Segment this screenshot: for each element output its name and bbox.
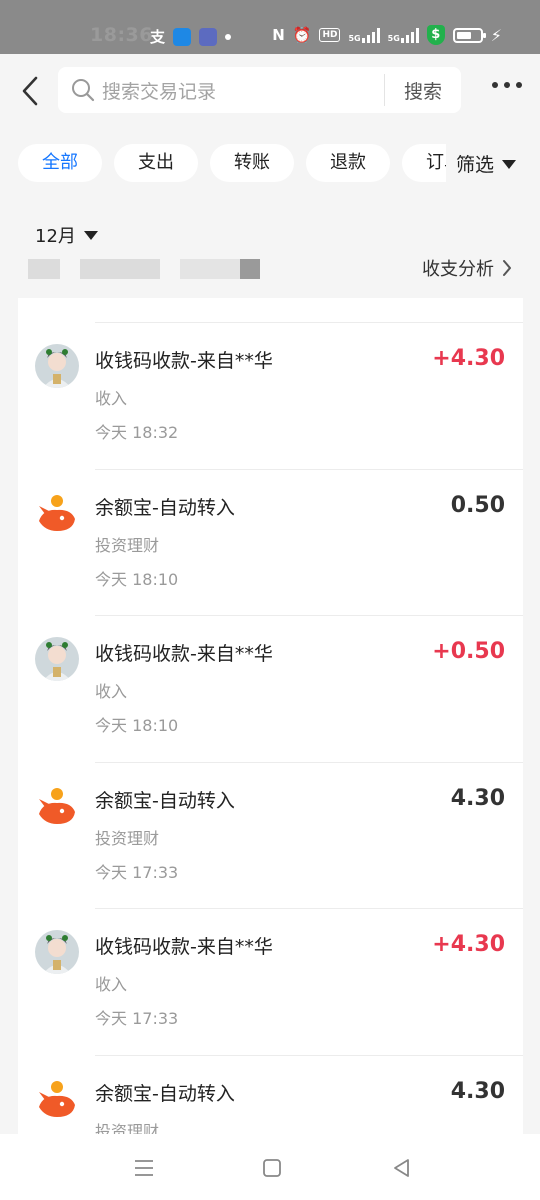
yuebao-icon <box>35 1077 79 1121</box>
nfc-icon: N <box>272 26 285 44</box>
alipay-small-icon: 支 <box>150 28 166 46</box>
transaction-row[interactable]: 余额宝-自动转入 投资理财 4.30 <box>18 1055 523 1134</box>
income-expense-analysis-link[interactable]: 收支分析 <box>422 255 512 281</box>
transaction-amount: 4.30 <box>450 1079 505 1104</box>
transaction-row[interactable]: 余额宝-自动转入 投资理财 今天 18:10 0.50 <box>18 469 523 616</box>
back-triangle-icon[interactable] <box>390 1156 414 1180</box>
yuebao-icon <box>35 491 79 535</box>
battery-icon <box>452 27 486 43</box>
system-navigation-bar <box>0 1134 540 1200</box>
row-divider <box>95 469 523 470</box>
month-selector[interactable]: 12月 <box>35 222 98 248</box>
network-type-label: 5G <box>348 34 361 43</box>
redacted-summary <box>80 259 160 279</box>
redacted-summary <box>240 259 260 279</box>
notification-icons: 支 <box>150 26 232 47</box>
tab-refund[interactable]: 退款 <box>306 144 390 182</box>
home-icon[interactable] <box>260 1156 284 1180</box>
more-options-icon[interactable] <box>492 82 522 88</box>
transaction-title: 收钱码收款-来自**华 <box>95 350 273 372</box>
search-icon <box>70 77 96 103</box>
transaction-category: 收入 <box>95 682 128 701</box>
transaction-amount: 4.30 <box>450 786 505 811</box>
row-divider <box>95 1055 523 1056</box>
transaction-row[interactable]: 余额宝-自动转入 投资理财 今天 17:33 4.30 <box>18 762 523 909</box>
transaction-row[interactable]: 收钱码收款-来自**华 收入 今天 17:33 +4.30 <box>18 908 523 1055</box>
tab-order[interactable]: 订单 <box>402 144 448 182</box>
yuebao-icon <box>35 784 79 828</box>
transaction-time: 今天 17:33 <box>95 1009 179 1028</box>
transaction-title: 收钱码收款-来自**华 <box>95 936 273 958</box>
search-input[interactable]: 搜索交易记录 <box>102 77 384 104</box>
row-divider <box>95 908 523 909</box>
app-notification-icon <box>199 27 218 46</box>
transaction-category: 收入 <box>95 975 128 994</box>
status-bar: 18:36 支 N ⏰ HD 5G 5G $ ⚡ <box>0 0 540 54</box>
transaction-title: 余额宝-自动转入 <box>95 497 235 519</box>
analysis-label: 收支分析 <box>422 259 494 280</box>
row-divider <box>95 762 523 763</box>
redacted-summary <box>180 259 240 279</box>
chevron-left-icon <box>22 76 38 106</box>
menu-icon[interactable] <box>132 1156 156 1180</box>
transaction-title: 余额宝-自动转入 <box>95 1083 235 1105</box>
alarm-icon: ⏰ <box>292 26 312 44</box>
transaction-category: 收入 <box>95 389 128 408</box>
back-button[interactable] <box>16 74 44 108</box>
caret-down-icon <box>83 230 98 240</box>
header: 搜索交易记录 搜索 <box>0 54 540 128</box>
transaction-time: 今天 18:32 <box>95 423 179 442</box>
transaction-time: 今天 18:10 <box>95 570 179 589</box>
filter-tabs: 全部 支出 转账 退款 订单 筛选 <box>0 140 540 186</box>
search-button[interactable]: 搜索 <box>385 77 461 104</box>
transaction-title: 收钱码收款-来自**华 <box>95 643 273 665</box>
caret-down-icon <box>502 159 517 169</box>
search-bar[interactable]: 搜索交易记录 搜索 <box>58 67 461 113</box>
network-type-label: 5G <box>387 34 400 43</box>
month-label: 12月 <box>35 226 76 247</box>
tab-all[interactable]: 全部 <box>18 144 102 182</box>
transaction-category: 投资理财 <box>95 536 160 555</box>
transaction-amount: +4.30 <box>432 346 505 371</box>
hd-icon: HD <box>319 28 341 42</box>
transaction-amount: +0.50 <box>432 639 505 664</box>
row-divider <box>95 322 523 323</box>
user-avatar <box>35 344 79 388</box>
transaction-category: 投资理财 <box>95 829 160 848</box>
user-avatar <box>35 930 79 974</box>
transaction-amount: +4.30 <box>432 932 505 957</box>
more-notifications-dot <box>225 33 232 40</box>
user-avatar <box>35 637 79 681</box>
transaction-amount: 0.50 <box>450 493 505 518</box>
charging-icon: ⚡ <box>490 25 502 45</box>
app-notification-icon <box>173 27 192 46</box>
filter-button[interactable]: 筛选 <box>446 140 540 186</box>
transaction-time: 今天 17:33 <box>95 863 179 882</box>
transaction-time: 今天 18:10 <box>95 716 179 735</box>
transaction-list: 收钱码收款-来自**华 收入 今天 18:32 +4.30 余额宝-自动转入 投… <box>18 298 523 1134</box>
signal-icon: 5G <box>388 27 419 43</box>
filter-label: 筛选 <box>456 153 495 176</box>
tab-expense[interactable]: 支出 <box>114 144 198 182</box>
security-shield-icon: $ <box>426 25 445 45</box>
tab-transfer[interactable]: 转账 <box>210 144 294 182</box>
transaction-row[interactable]: 收钱码收款-来自**华 收入 今天 18:10 +0.50 <box>18 615 523 762</box>
tab-scroll[interactable]: 全部 支出 转账 退款 订单 <box>18 144 448 182</box>
transaction-row[interactable]: 收钱码收款-来自**华 收入 今天 18:32 +4.30 <box>18 322 523 469</box>
signal-icon: 5G <box>348 27 380 43</box>
redacted-summary <box>28 259 60 279</box>
status-time: 18:36 <box>90 24 153 46</box>
transaction-category: 投资理财 <box>95 1122 160 1134</box>
transaction-title: 余额宝-自动转入 <box>95 790 235 812</box>
chevron-right-icon <box>503 260 511 276</box>
row-divider <box>95 615 523 616</box>
system-icons: N ⏰ HD 5G 5G $ ⚡ <box>272 25 502 45</box>
